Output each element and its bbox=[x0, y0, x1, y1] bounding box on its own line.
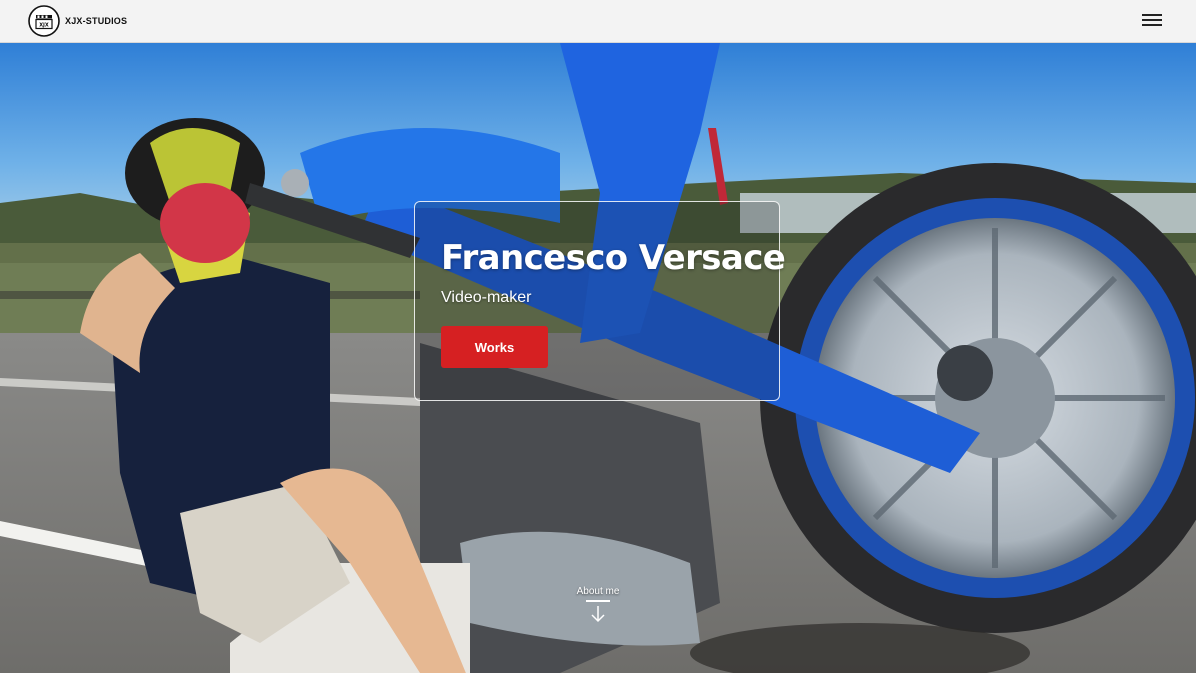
hamburger-menu-icon[interactable] bbox=[1142, 12, 1162, 28]
logo-link[interactable]: XJX XJX-STUDIOS bbox=[28, 5, 127, 37]
about-me-label: About me bbox=[576, 586, 620, 597]
hero-card: Francesco Versace Video-maker Works bbox=[414, 201, 786, 401]
film-clapperboard-icon: XJX bbox=[28, 5, 60, 37]
hero-title: Francesco Versace bbox=[441, 238, 786, 278]
site-header: XJX XJX-STUDIOS bbox=[0, 0, 1196, 43]
arrow-down-icon bbox=[591, 606, 605, 623]
brand-name: XJX-STUDIOS bbox=[65, 16, 128, 26]
hero-subtitle: Video-maker bbox=[441, 289, 532, 306]
works-button[interactable]: Works bbox=[441, 326, 548, 368]
hero-section: Francesco Versace Video-maker Works Abou… bbox=[0, 43, 1196, 673]
page: XJX XJX-STUDIOS Francesco Versace Video-… bbox=[0, 0, 1196, 673]
logo-mark-text: XJX bbox=[39, 23, 49, 29]
about-me-link[interactable]: About me bbox=[568, 586, 628, 623]
about-me-underline bbox=[586, 600, 610, 602]
